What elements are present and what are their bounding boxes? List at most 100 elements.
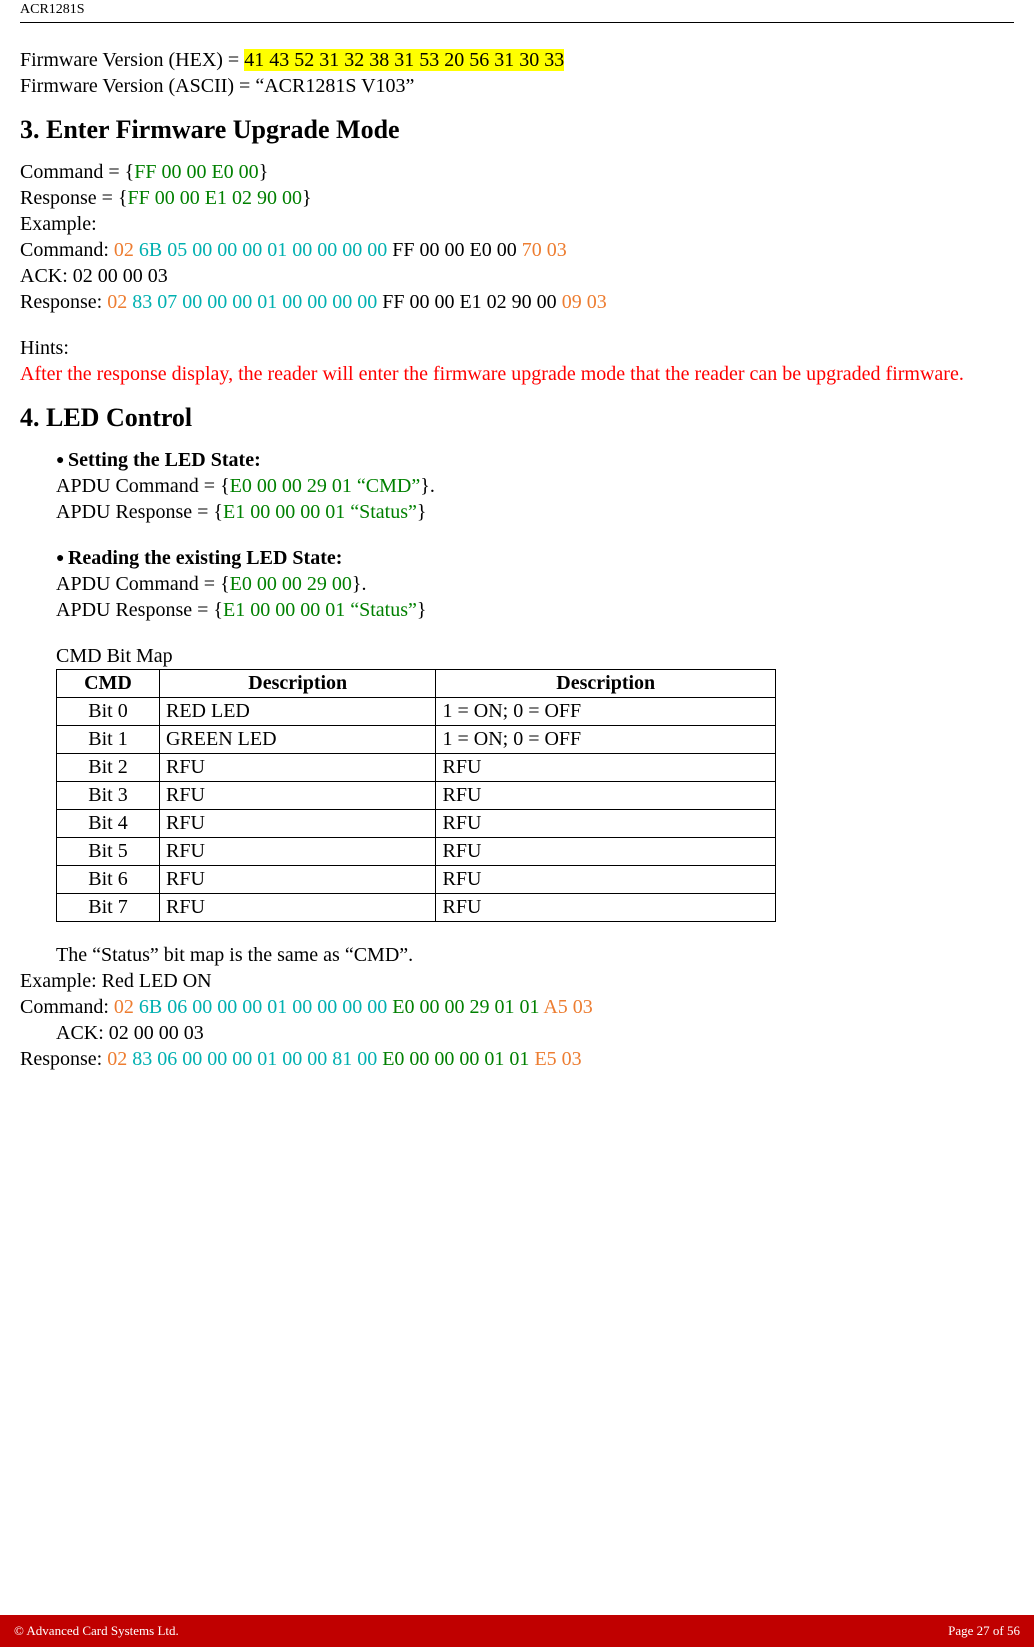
sec3-command: Command = {FF 00 00 E0 00} [20, 159, 1014, 185]
table-cell: RED LED [160, 698, 436, 726]
ex2-resp-c2: 83 06 00 00 00 01 00 00 81 00 [132, 1048, 377, 1070]
ex2-cmd-c1: 02 [114, 996, 134, 1018]
table-cell: RFU [436, 782, 776, 810]
table-cell: Bit 5 [57, 838, 160, 866]
table-cell: RFU [436, 866, 776, 894]
example2-response: Response: 02 83 06 00 00 00 01 00 00 81 … [20, 1046, 1014, 1072]
ex-cmd-c3: FF 00 00 E0 00 [392, 239, 516, 261]
ex2-resp-label: Response: [20, 1048, 107, 1070]
ex-cmd-c2: 6B 05 00 00 00 01 00 00 00 00 [139, 239, 387, 261]
set-cmd-label: APDU Command = { [56, 475, 230, 497]
table-cell: RFU [436, 754, 776, 782]
cmd-bit-map-table: CMD Description Description Bit 0RED LED… [56, 669, 776, 922]
hints-text: After the response display, the reader w… [20, 361, 1014, 387]
ex-resp-c2: 83 07 00 00 00 01 00 00 00 00 [132, 291, 377, 313]
set-led-resp: APDU Response = {E1 00 00 00 01 “Status”… [56, 499, 1014, 525]
table-cell: Bit 3 [57, 782, 160, 810]
hints-label: Hints: [20, 335, 1014, 361]
th-desc1: Description [160, 670, 436, 698]
table-cell: RFU [160, 838, 436, 866]
table-row: Bit 6RFURFU [57, 866, 776, 894]
ex2-cmd-c3: E0 00 00 29 01 01 [392, 996, 539, 1018]
ack-label: ACK: [20, 265, 73, 287]
table-cell: 1 = ON; 0 = OFF [436, 726, 776, 754]
sec3-resp-val: FF 00 00 E1 02 90 00 [128, 187, 302, 209]
example2-ack: ACK: 02 00 00 03 [56, 1020, 1014, 1046]
fw-ascii-value: “ACR1281S V103” [255, 75, 414, 97]
section-3-title: 3. Enter Firmware Upgrade Mode [20, 115, 1014, 145]
section-4-title: 4. LED Control [20, 403, 1014, 433]
ex2-cmd-c2: 6B 06 00 00 00 01 00 00 00 00 [139, 996, 387, 1018]
sec3-example-label: Example: [20, 211, 1014, 237]
table-row: Bit 5RFURFU [57, 838, 776, 866]
ex-cmd-c4: 70 03 [522, 239, 567, 261]
table-cell: GREEN LED [160, 726, 436, 754]
table-cell: RFU [160, 810, 436, 838]
ex-resp-c1: 02 [107, 291, 127, 313]
fw-hex-value: 41 43 52 31 32 38 31 53 20 56 31 30 33 [244, 49, 564, 71]
ex2-resp-c3: E0 00 00 00 01 01 [382, 1048, 529, 1070]
read-led-resp: APDU Response = {E1 00 00 00 01 “Status”… [56, 597, 1014, 623]
table-cell: RFU [160, 782, 436, 810]
table-cell: Bit 1 [57, 726, 160, 754]
table-cell: RFU [436, 838, 776, 866]
ex2-ack-label: ACK: [56, 1022, 109, 1044]
firmware-hex-line: Firmware Version (HEX) = 41 43 52 31 32 … [20, 47, 1014, 73]
ex-resp-label: Response: [20, 291, 107, 313]
bitmap-title: CMD Bit Map [56, 643, 1014, 669]
table-row: Bit 2RFURFU [57, 754, 776, 782]
table-cell: Bit 0 [57, 698, 160, 726]
example2-label: Example: Red LED ON [20, 968, 1014, 994]
sec3-example-command: Command: 02 6B 05 00 00 00 01 00 00 00 0… [20, 237, 1014, 263]
sec3-example-response: Response: 02 83 07 00 00 00 01 00 00 00 … [20, 289, 1014, 315]
document-page: ACR1281S Firmware Version (HEX) = 41 43 … [0, 0, 1034, 1580]
sec3-response: Response = {FF 00 00 E1 02 90 00} [20, 185, 1014, 211]
set-led-title: Setting the LED State: [56, 447, 1014, 473]
sec3-resp-label: Response = { [20, 187, 128, 209]
read-resp-val: E1 00 00 00 01 “Status” [223, 599, 417, 621]
sec3-ack: ACK: 02 00 00 03 [20, 263, 1014, 289]
document-header: ACR1281S [20, 0, 1014, 23]
read-cmd-val: E0 00 00 29 00 [230, 573, 352, 595]
page-footer: © Advanced Card Systems Ltd. Page 27 of … [0, 1615, 1034, 1647]
ex-resp-c3: FF 00 00 E1 02 90 00 [382, 291, 556, 313]
th-desc2: Description [436, 670, 776, 698]
set-resp-label: APDU Response = { [56, 501, 223, 523]
ex-cmd-label: Command: [20, 239, 114, 261]
table-cell: Bit 7 [57, 894, 160, 922]
table-cell: Bit 6 [57, 866, 160, 894]
set-cmd-val: E0 00 00 29 01 “CMD” [230, 475, 421, 497]
fw-hex-label: Firmware Version (HEX) = [20, 49, 244, 71]
ex2-cmd-label: Command: [20, 996, 114, 1018]
sec3-cmd-label: Command = { [20, 161, 134, 183]
set-led-cmd: APDU Command = {E0 00 00 29 01 “CMD”}. [56, 473, 1014, 499]
th-cmd: CMD [57, 670, 160, 698]
table-cell: 1 = ON; 0 = OFF [436, 698, 776, 726]
example2-command: Command: 02 6B 06 00 00 00 01 00 00 00 0… [20, 994, 1014, 1020]
firmware-ascii-line: Firmware Version (ASCII) = “ACR1281S V10… [20, 73, 1014, 99]
table-cell: RFU [160, 866, 436, 894]
sec3-cmd-val: FF 00 00 E0 00 [134, 161, 258, 183]
table-row: Bit 0RED LED1 = ON; 0 = OFF [57, 698, 776, 726]
table-cell: RFU [160, 894, 436, 922]
footer-right: Page 27 of 56 [948, 1623, 1020, 1639]
ex2-resp-c1: 02 [107, 1048, 127, 1070]
table-cell: RFU [436, 810, 776, 838]
ex2-ack-val: 02 00 00 03 [109, 1022, 204, 1044]
set-resp-val: E1 00 00 00 01 “Status” [223, 501, 417, 523]
table-row: Bit 4RFURFU [57, 810, 776, 838]
table-row: Bit 7RFURFU [57, 894, 776, 922]
ex-resp-c4: 09 03 [562, 291, 607, 313]
table-cell: RFU [160, 754, 436, 782]
product-code: ACR1281S [20, 2, 85, 17]
read-cmd-label: APDU Command = { [56, 573, 230, 595]
table-cell: Bit 2 [57, 754, 160, 782]
ack-val: 02 00 00 03 [73, 265, 168, 287]
status-note: The “Status” bit map is the same as “CMD… [56, 942, 1014, 968]
table-row: Bit 1GREEN LED1 = ON; 0 = OFF [57, 726, 776, 754]
table-row: Bit 3RFURFU [57, 782, 776, 810]
ex2-resp-c4: E5 03 [534, 1048, 581, 1070]
read-resp-label: APDU Response = { [56, 599, 223, 621]
ex-cmd-c1: 02 [114, 239, 134, 261]
footer-left: © Advanced Card Systems Ltd. [14, 1623, 179, 1639]
